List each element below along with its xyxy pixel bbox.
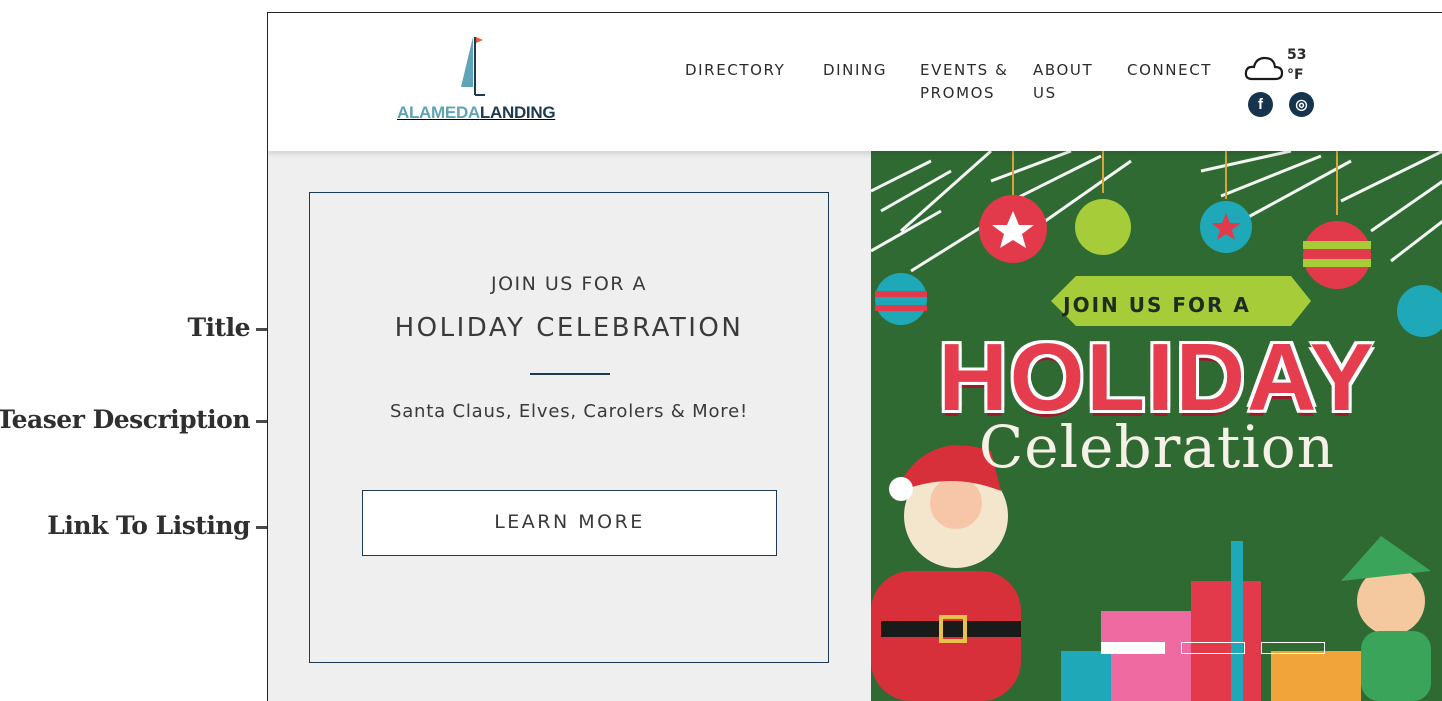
hero-celebration-text: Celebration bbox=[978, 413, 1336, 481]
learn-more-button[interactable]: LEARN MORE bbox=[362, 490, 777, 556]
logo[interactable]: ALAMEDALANDING bbox=[397, 35, 556, 125]
hero-image: JOIN US FOR A HOLIDAY Celebration bbox=[871, 151, 1442, 701]
annotation-title: Title bbox=[187, 313, 250, 342]
promo-kicker: JOIN US FOR A bbox=[490, 273, 648, 295]
divider bbox=[530, 373, 610, 375]
instagram-icon[interactable]: ◎ bbox=[1289, 92, 1314, 117]
promo-title: HOLIDAY CELEBRATION bbox=[394, 313, 744, 343]
nav-directory[interactable]: DIRECTORY bbox=[685, 59, 785, 82]
temperature-readout: 53 °F bbox=[1287, 47, 1307, 83]
slide-indicator bbox=[1101, 642, 1341, 656]
nav-about-us[interactable]: ABOUT US bbox=[1033, 59, 1093, 105]
cloud-icon bbox=[1244, 56, 1284, 81]
annotation-link: Link To Listing bbox=[47, 511, 250, 540]
website-frame: ALAMEDALANDING DIRECTORY DINING EVENTS &… bbox=[267, 12, 1442, 701]
promo-teaser: Santa Claus, Elves, Carolers & More! bbox=[389, 401, 748, 422]
slide-dot-3[interactable] bbox=[1261, 642, 1325, 654]
logo-wordmark: ALAMEDALANDING bbox=[397, 103, 556, 122]
slide-dot-2[interactable] bbox=[1181, 642, 1245, 654]
nav-connect[interactable]: CONNECT bbox=[1127, 59, 1212, 82]
nav-dining[interactable]: DINING bbox=[823, 59, 887, 82]
sailboat-logo-icon bbox=[461, 37, 485, 96]
annotation-teaser: Teaser Description bbox=[0, 405, 250, 434]
facebook-icon[interactable]: f bbox=[1248, 92, 1273, 117]
hero-join-text: JOIN US FOR A bbox=[1063, 293, 1251, 317]
slide-dot-1[interactable] bbox=[1101, 642, 1165, 654]
nav-events-promos[interactable]: EVENTS & PROMOS bbox=[920, 59, 1008, 105]
site-header: ALAMEDALANDING DIRECTORY DINING EVENTS &… bbox=[268, 13, 1442, 151]
promo-card: JOIN US FOR A HOLIDAY CELEBRATION Santa … bbox=[309, 192, 829, 663]
